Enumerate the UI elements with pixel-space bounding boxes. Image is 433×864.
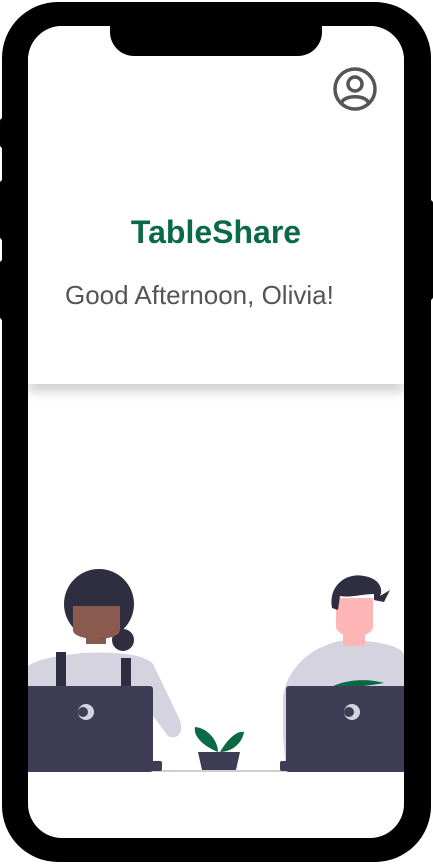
greeting-text: Good Afternoon, Olivia! bbox=[65, 280, 334, 310]
phone-mockup: TableShare Good Afternoon, Olivia! bbox=[0, 0, 433, 864]
app-screen: TableShare Good Afternoon, Olivia! bbox=[28, 26, 404, 838]
side-button-mute bbox=[0, 118, 6, 148]
side-button-volume-up bbox=[0, 180, 6, 240]
phone-notch bbox=[110, 24, 322, 56]
man-figure bbox=[280, 575, 404, 772]
woman-face bbox=[73, 606, 120, 639]
user-circle-icon bbox=[333, 67, 377, 111]
plant-leaf-right bbox=[220, 731, 244, 752]
woman-laptop bbox=[28, 686, 153, 772]
man-laptop-base bbox=[280, 761, 294, 771]
man-face bbox=[336, 598, 373, 637]
man-laptop bbox=[286, 686, 404, 772]
profile-button[interactable] bbox=[331, 65, 379, 113]
plant-pot bbox=[198, 752, 240, 770]
header-card: TableShare Good Afternoon, Olivia! bbox=[28, 26, 404, 384]
woman-laptop-base bbox=[148, 761, 162, 771]
side-button-power bbox=[427, 200, 433, 300]
side-button-volume-down bbox=[0, 260, 6, 320]
plant-leaf-left bbox=[194, 727, 218, 752]
app-title: TableShare bbox=[130, 214, 302, 250]
plant bbox=[194, 727, 244, 770]
coworkers-illustration bbox=[28, 569, 404, 772]
woman-figure bbox=[28, 569, 182, 772]
